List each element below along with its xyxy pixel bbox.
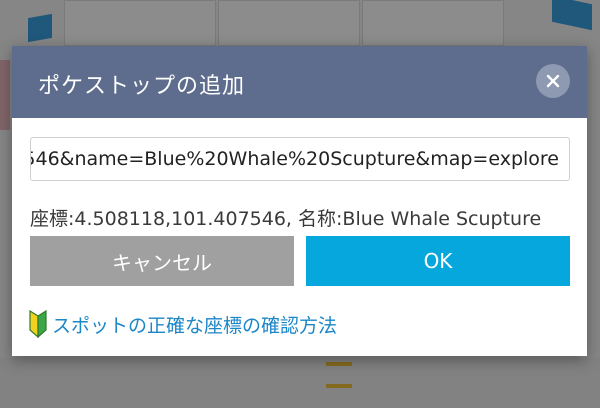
close-icon [546, 74, 560, 88]
dialog-title: ポケストップの追加 [38, 74, 246, 99]
dialog-header: ポケストップの追加 [12, 46, 587, 118]
url-input-value: 546&name=Blue%20Whale%20Scupture&map=exp… [30, 148, 559, 170]
add-pokestop-dialog: ポケストップの追加 546&name=Blue%20Whale%20Scuptu… [12, 46, 587, 356]
coordinate-help-link[interactable]: スポットの正確な座標の確認方法 [52, 311, 337, 338]
ok-button[interactable]: OK [306, 236, 570, 286]
close-button[interactable] [536, 64, 570, 98]
beginner-mark-icon [29, 310, 47, 338]
coordinates-label: 座標:4.508118,101.407546, 名称:Blue Whale Sc… [30, 208, 542, 230]
help-row[interactable]: スポットの正確な座標の確認方法 [28, 310, 337, 338]
url-input[interactable]: 546&name=Blue%20Whale%20Scupture&map=exp… [30, 137, 570, 181]
cancel-button[interactable]: キャンセル [30, 236, 294, 286]
